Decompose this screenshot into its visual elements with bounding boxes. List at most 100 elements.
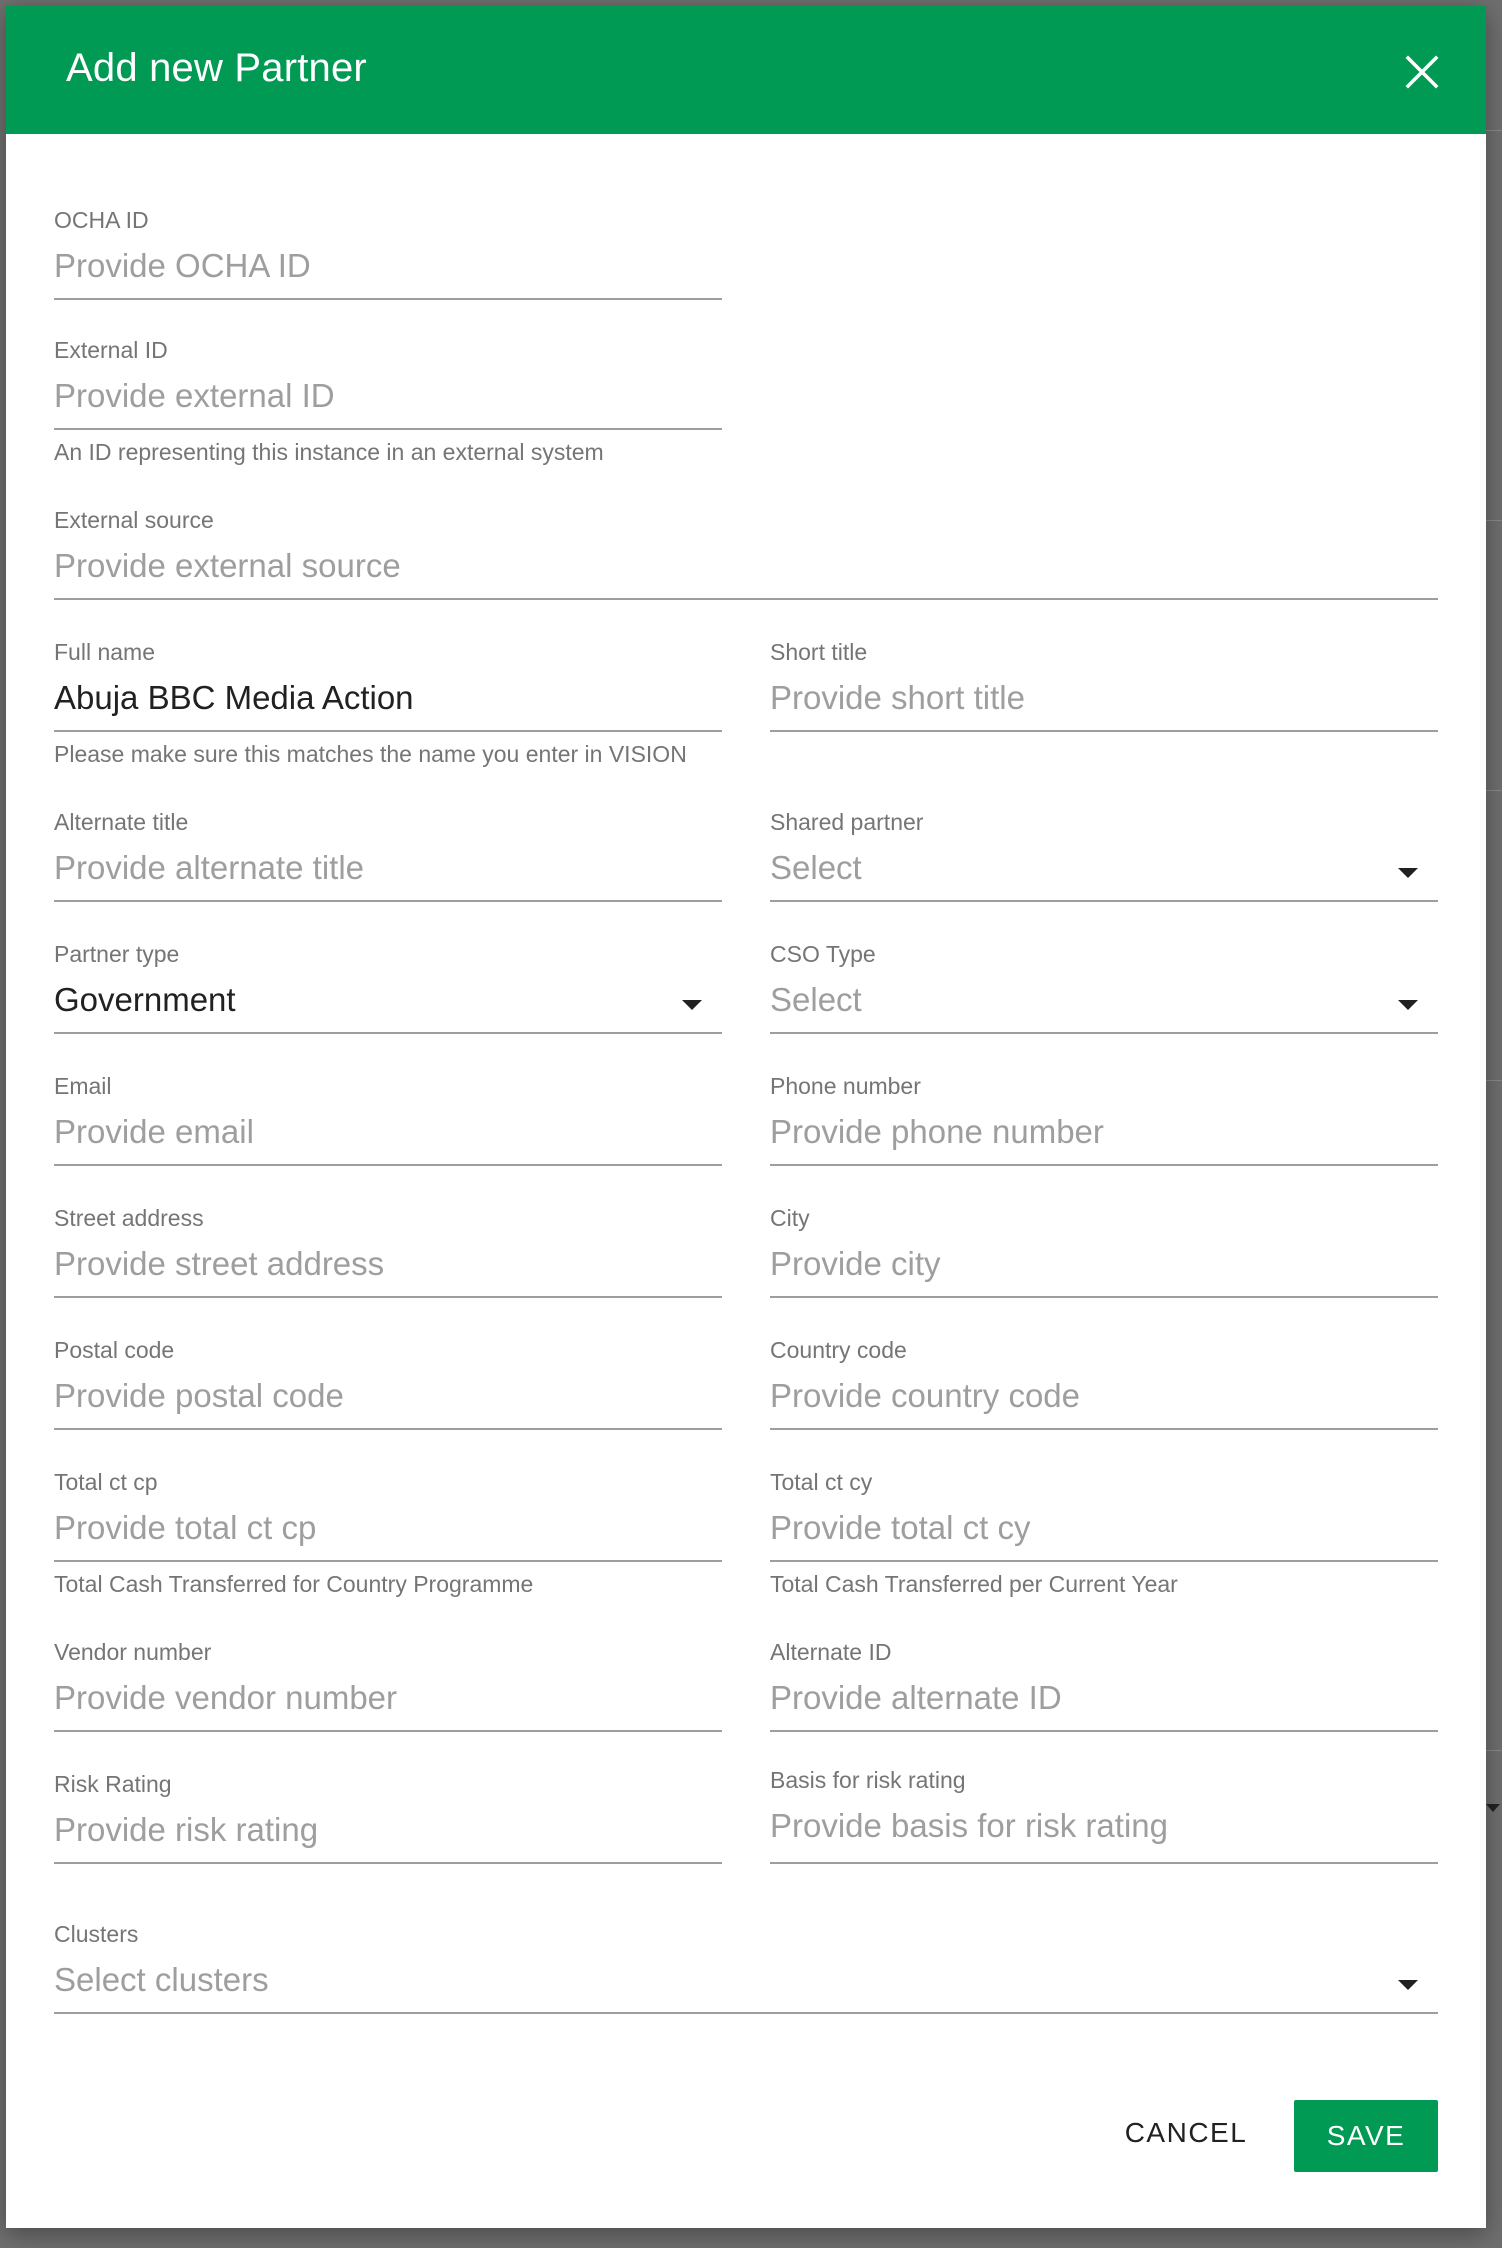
external-id-input-wrap [54, 374, 722, 430]
email-input[interactable] [54, 1110, 722, 1154]
partner-type-field: Partner type Government [54, 940, 722, 1034]
country-code-input[interactable] [770, 1374, 1438, 1418]
shared-partner-select[interactable]: Select [770, 846, 1438, 902]
external-id-label: External ID [54, 337, 168, 363]
total-ct-cy-input-wrap [770, 1506, 1438, 1562]
external-id-field: External ID An ID representing this inst… [54, 336, 722, 466]
risk-rating-label: Risk Rating [54, 1771, 172, 1797]
city-field: City [770, 1204, 1438, 1298]
alternate-id-label: Alternate ID [770, 1639, 892, 1665]
external-source-label: External source [54, 507, 214, 533]
backdrop-chevron-down-icon [1486, 1804, 1500, 1812]
clusters-label: Clusters [54, 1921, 139, 1947]
full-name-hint: Please make sure this matches the name y… [54, 741, 687, 767]
street-address-input[interactable] [54, 1242, 722, 1286]
total-ct-cy-hint: Total Cash Transferred per Current Year [770, 1571, 1178, 1597]
chevron-down-icon[interactable] [1398, 868, 1418, 878]
ocha-id-label: OCHA ID [54, 207, 149, 233]
phone-number-field: Phone number [770, 1072, 1438, 1166]
alternate-title-field: Alternate title [54, 808, 722, 902]
short-title-label: Short title [770, 639, 868, 665]
total-ct-cp-label: Total ct cp [54, 1469, 158, 1495]
cancel-button[interactable]: CANCEL [1106, 2098, 1266, 2168]
city-label: City [770, 1205, 810, 1231]
alternate-id-field: Alternate ID [770, 1638, 1438, 1732]
full-name-field: Full name Please make sure this matches … [54, 638, 722, 768]
email-field: Email [54, 1072, 722, 1166]
partner-type-select[interactable]: Government [54, 978, 722, 1034]
alternate-title-label: Alternate title [54, 809, 189, 835]
cso-type-label: CSO Type [770, 941, 876, 967]
alternate-title-input[interactable] [54, 846, 722, 890]
postal-code-input[interactable] [54, 1374, 722, 1418]
total-ct-cy-input[interactable] [770, 1506, 1438, 1550]
alternate-id-input[interactable] [770, 1676, 1438, 1720]
basis-risk-rating-input[interactable] [770, 1804, 1438, 1848]
ocha-id-input-wrap [54, 244, 722, 300]
partner-type-label: Partner type [54, 941, 180, 967]
total-ct-cy-field: Total ct cy Total Cash Transferred per C… [770, 1468, 1438, 1598]
shared-partner-field: Shared partner Select [770, 808, 1438, 902]
street-address-input-wrap [54, 1242, 722, 1298]
ocha-id-input[interactable] [54, 244, 722, 288]
email-input-wrap [54, 1110, 722, 1166]
ocha-id-field: OCHA ID [54, 206, 722, 300]
risk-rating-input-wrap [54, 1808, 722, 1864]
full-name-input-wrap [54, 676, 722, 732]
alternate-title-input-wrap [54, 846, 722, 902]
total-ct-cp-input-wrap [54, 1506, 722, 1562]
vendor-number-field: Vendor number [54, 1638, 722, 1732]
external-source-input[interactable] [54, 544, 1438, 588]
full-name-input[interactable] [54, 676, 722, 720]
phone-number-label: Phone number [770, 1073, 921, 1099]
phone-number-input[interactable] [770, 1110, 1438, 1154]
clusters-value: Select clusters [54, 1961, 269, 1998]
total-ct-cp-hint: Total Cash Transferred for Country Progr… [54, 1571, 534, 1597]
close-icon[interactable] [1402, 52, 1442, 92]
cso-type-value: Select [770, 981, 862, 1018]
city-input-wrap [770, 1242, 1438, 1298]
save-button[interactable]: SAVE [1294, 2100, 1438, 2172]
street-address-label: Street address [54, 1205, 204, 1231]
basis-risk-rating-input-wrap [770, 1804, 1438, 1864]
phone-number-input-wrap [770, 1110, 1438, 1166]
basis-risk-rating-field: Basis for risk rating [770, 1766, 1438, 1864]
total-ct-cp-input[interactable] [54, 1506, 722, 1550]
add-partner-dialog: Add new Partner OCHA ID External ID An I… [6, 6, 1486, 2228]
chevron-down-icon[interactable] [1398, 1000, 1418, 1010]
alternate-id-input-wrap [770, 1676, 1438, 1732]
chevron-down-icon[interactable] [1398, 1980, 1418, 1990]
country-code-input-wrap [770, 1374, 1438, 1430]
short-title-field: Short title [770, 638, 1438, 732]
external-id-input[interactable] [54, 374, 722, 418]
email-label: Email [54, 1073, 112, 1099]
clusters-field: Clusters Select clusters [54, 1920, 1438, 2014]
postal-code-field: Postal code [54, 1336, 722, 1430]
vendor-number-input-wrap [54, 1676, 722, 1732]
postal-code-label: Postal code [54, 1337, 175, 1363]
total-ct-cp-field: Total ct cp Total Cash Transferred for C… [54, 1468, 722, 1598]
backdrop-divider [1486, 1080, 1502, 1081]
vendor-number-input[interactable] [54, 1676, 722, 1720]
backdrop-divider [1486, 790, 1502, 791]
partner-type-value: Government [54, 981, 236, 1018]
clusters-select[interactable]: Select clusters [54, 1958, 1438, 2014]
total-ct-cy-label: Total ct cy [770, 1469, 873, 1495]
chevron-down-icon[interactable] [682, 1000, 702, 1010]
basis-risk-rating-label: Basis for risk rating [770, 1767, 966, 1793]
backdrop-divider [1486, 130, 1502, 131]
postal-code-input-wrap [54, 1374, 722, 1430]
external-source-input-wrap [54, 544, 1438, 600]
country-code-label: Country code [770, 1337, 907, 1363]
dialog-header: Add new Partner [6, 6, 1486, 134]
short-title-input[interactable] [770, 676, 1438, 720]
risk-rating-field: Risk Rating [54, 1770, 722, 1864]
backdrop-divider [1486, 1750, 1502, 1751]
risk-rating-input[interactable] [54, 1808, 722, 1852]
cso-type-select[interactable]: Select [770, 978, 1438, 1034]
backdrop-divider [1486, 520, 1502, 521]
city-input[interactable] [770, 1242, 1438, 1286]
dialog-title: Add new Partner [66, 46, 367, 90]
vendor-number-label: Vendor number [54, 1639, 212, 1665]
street-address-field: Street address [54, 1204, 722, 1298]
